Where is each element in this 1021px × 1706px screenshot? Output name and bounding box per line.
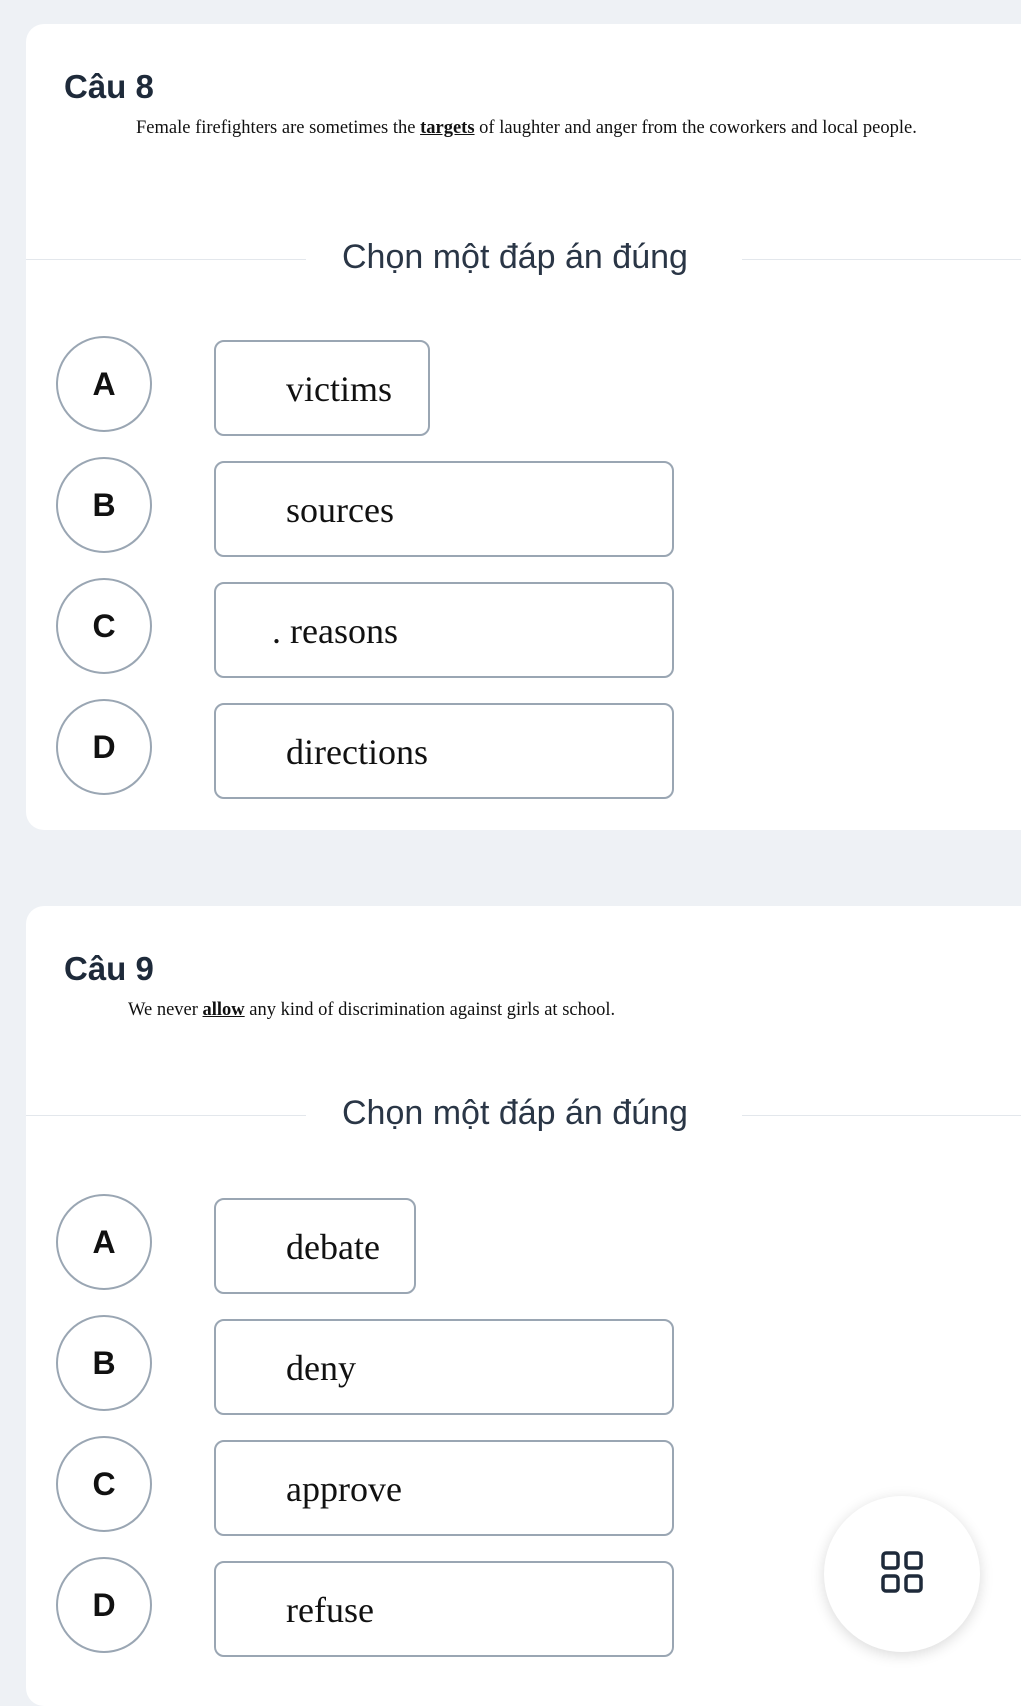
divider-line — [26, 1115, 306, 1116]
option-answer-box[interactable]: refuse — [214, 1561, 674, 1657]
option-answer-box[interactable]: deny — [214, 1319, 674, 1415]
question-text: We never allow any kind of discriminatio… — [66, 996, 976, 1025]
option-text: victims — [286, 369, 392, 409]
question-text-before: We never — [128, 1000, 203, 1020]
option-c[interactable]: C . reasons — [56, 578, 676, 678]
option-letter[interactable]: D — [56, 1557, 152, 1653]
option-text: sources — [286, 490, 394, 530]
option-answer-box[interactable]: victims — [214, 340, 430, 436]
option-text: deny — [286, 1348, 356, 1388]
option-letter[interactable]: C — [56, 1436, 152, 1532]
option-a[interactable]: A debate — [56, 1194, 676, 1294]
option-text: . reasons — [272, 611, 398, 651]
instruction-label: Chọn một đáp án đúng — [342, 238, 688, 276]
question-text-before: Female firefighters are sometimes the — [136, 118, 421, 138]
underlined-word: allow — [202, 1000, 245, 1020]
question-title: Câu 9 — [64, 950, 154, 987]
question-card-8: Câu 8 Female firefighters are sometimes … — [26, 24, 1021, 830]
option-answer-box[interactable]: sources — [214, 461, 674, 557]
option-b[interactable]: B deny — [56, 1315, 676, 1415]
instruction-label: Chọn một đáp án đúng — [342, 1094, 688, 1132]
instruction-divider: Chọn một đáp án đúng — [26, 1094, 1021, 1138]
option-text: debate — [286, 1227, 380, 1267]
option-letter[interactable]: B — [56, 457, 152, 553]
option-letter[interactable]: D — [56, 699, 152, 795]
option-letter[interactable]: C — [56, 578, 152, 674]
option-d[interactable]: D refuse — [56, 1557, 676, 1657]
option-b[interactable]: B sources — [56, 457, 676, 557]
option-answer-box[interactable]: approve — [214, 1440, 674, 1536]
question-title: Câu 8 — [64, 68, 154, 105]
option-text: approve — [286, 1469, 402, 1509]
option-text: directions — [286, 732, 428, 772]
divider-line — [742, 1115, 1021, 1116]
option-answer-box[interactable]: debate — [214, 1198, 416, 1294]
option-letter[interactable]: B — [56, 1315, 152, 1411]
divider-line — [742, 259, 1021, 260]
grid-menu-icon — [881, 1550, 923, 1598]
instruction-divider: Chọn một đáp án đúng — [26, 238, 1021, 282]
question-text-after: any kind of discrimination against girls… — [244, 1000, 616, 1020]
option-c[interactable]: C approve — [56, 1436, 676, 1536]
option-answer-box[interactable]: . reasons — [214, 582, 674, 678]
underlined-word: targets — [420, 118, 475, 138]
option-d[interactable]: D directions — [56, 699, 676, 799]
question-text: Female firefighters are sometimes the ta… — [66, 114, 976, 143]
option-letter[interactable]: A — [56, 336, 152, 432]
divider-line — [26, 259, 306, 260]
option-a[interactable]: A victims — [56, 336, 676, 436]
option-answer-box[interactable]: directions — [214, 703, 674, 799]
option-text: refuse — [286, 1590, 374, 1630]
option-letter[interactable]: A — [56, 1194, 152, 1290]
question-text-after: of laughter and anger from the coworkers… — [474, 118, 917, 138]
question-grid-button[interactable] — [824, 1496, 980, 1652]
